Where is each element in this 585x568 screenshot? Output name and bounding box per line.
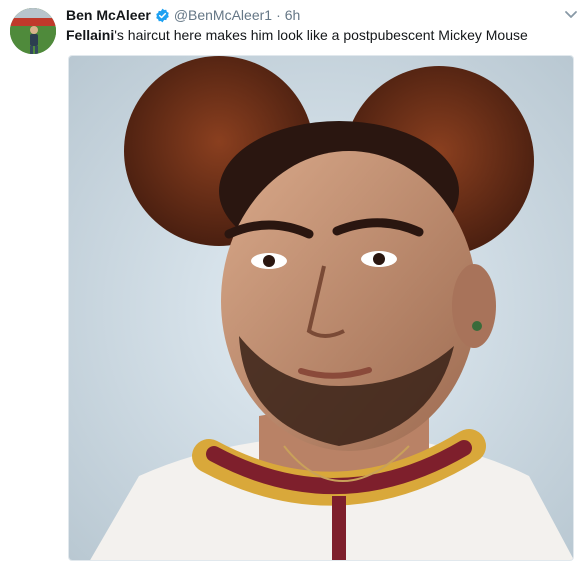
chevron-down-icon[interactable] <box>563 6 579 22</box>
mention-text[interactable]: Fellaini <box>66 27 114 43</box>
separator: · <box>276 7 281 23</box>
tweet-photo[interactable] <box>68 55 574 561</box>
tweet-header: Ben McAleer @BenMcAleer1 · 6h <box>66 6 300 24</box>
tweet-text-body: 's haircut here makes him look like a po… <box>114 27 528 43</box>
verified-badge-icon <box>155 8 170 23</box>
tweet-text: Fellaini's haircut here makes him look l… <box>66 26 528 44</box>
avatar-image <box>10 8 56 54</box>
avatar[interactable] <box>10 8 56 54</box>
tweet[interactable]: Ben McAleer @BenMcAleer1 · 6h Fellaini's… <box>0 0 585 568</box>
author-handle[interactable]: @BenMcAleer1 <box>174 7 272 23</box>
timestamp[interactable]: 6h <box>285 7 301 23</box>
author-name[interactable]: Ben McAleer <box>66 7 151 23</box>
photo-image <box>69 56 573 560</box>
